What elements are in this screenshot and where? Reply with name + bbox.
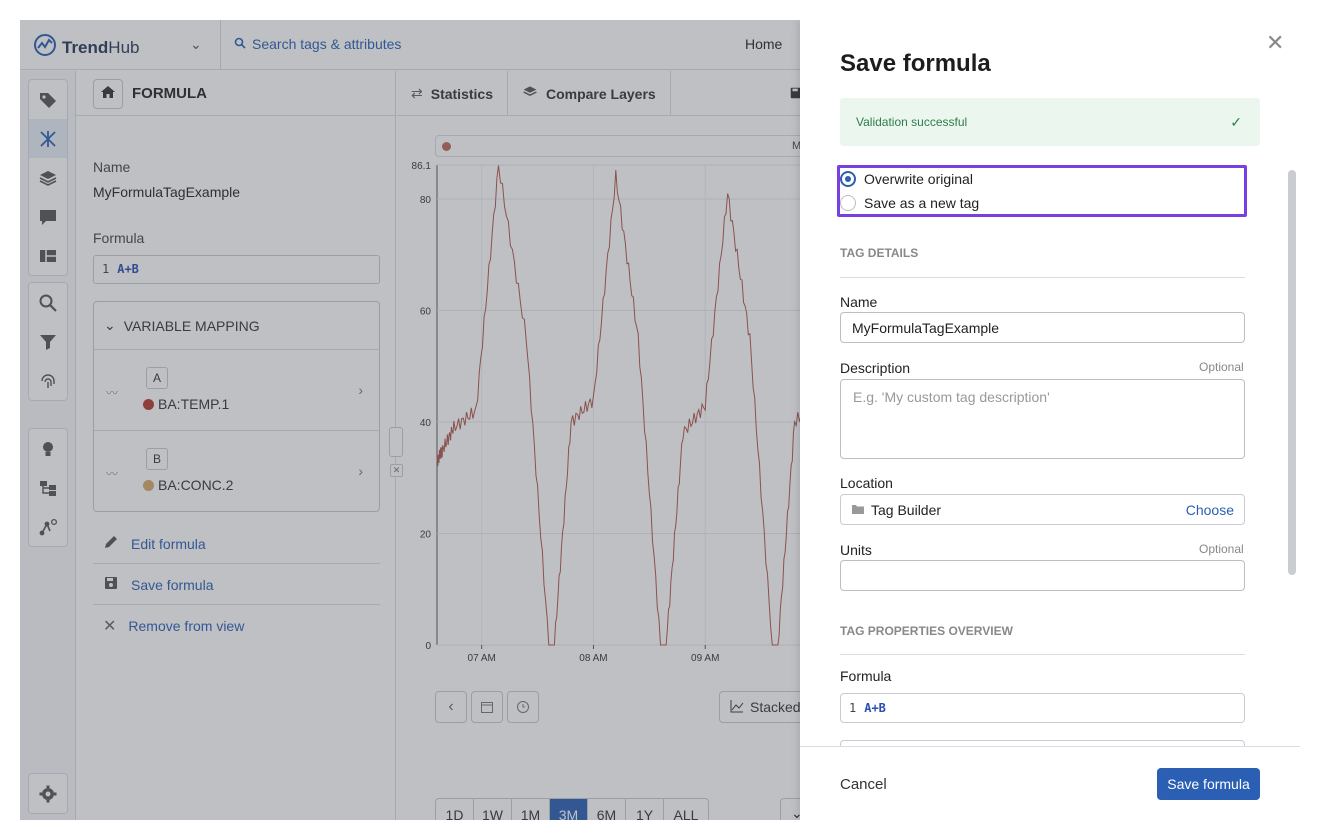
location-label: Location (840, 475, 893, 491)
optional-hint: Optional (1199, 360, 1244, 374)
description-textarea[interactable]: E.g. 'My custom tag description' (840, 379, 1245, 459)
units-input[interactable] (840, 560, 1245, 591)
validation-text: Validation successful (856, 115, 968, 129)
radio-button-checked[interactable] (840, 171, 856, 187)
tag-details-heading: TAG DETAILS (840, 246, 919, 260)
drawer-title: Save formula (840, 50, 991, 77)
name-label: Name (840, 294, 878, 310)
cancel-button[interactable]: Cancel (840, 776, 887, 793)
formula-code: A+B (864, 701, 886, 715)
description-label: Description (840, 360, 911, 376)
location-value: Tag Builder (871, 501, 942, 518)
save-new-label: Save as a new tag (864, 195, 980, 211)
app-window: TrendHub ⌄ Search tags & attributes Home (20, 20, 1300, 820)
folder-icon (851, 502, 865, 518)
save-formula-button[interactable]: Save formula (1157, 768, 1260, 800)
modal-backdrop[interactable] (20, 20, 800, 820)
location-field: Tag Builder Choose (840, 494, 1245, 525)
overwrite-label: Overwrite original (864, 171, 973, 187)
tag-properties-heading: TAG PROPERTIES OVERVIEW (840, 624, 1013, 638)
radio-button[interactable] (840, 195, 856, 211)
checkmark-icon: ✓ (1230, 113, 1242, 130)
drawer-scrollbar[interactable] (1288, 170, 1296, 575)
close-icon[interactable]: ✕ (1266, 30, 1284, 56)
save-mode-radio-group: Overwrite original Save as a new tag (837, 165, 1247, 217)
optional-hint: Optional (1199, 542, 1244, 556)
radio-save-as-new[interactable]: Save as a new tag (840, 195, 979, 211)
name-input[interactable]: MyFormulaTagExample (840, 312, 1245, 343)
units-label: Units (840, 542, 872, 558)
choose-location-button[interactable]: Choose (1186, 502, 1234, 518)
drawer-footer: Cancel Save formula (800, 746, 1300, 820)
radio-overwrite-original[interactable]: Overwrite original (840, 171, 973, 187)
save-formula-drawer: ✕ Save formula Validation successful ✓ O… (800, 20, 1300, 820)
line-number: 1 (849, 701, 857, 715)
divider (840, 654, 1245, 655)
divider (840, 277, 1245, 278)
formula-label: Formula (840, 668, 892, 684)
validation-banner: Validation successful ✓ (840, 98, 1260, 146)
formula-code-preview[interactable]: 1 A+B (840, 693, 1245, 723)
